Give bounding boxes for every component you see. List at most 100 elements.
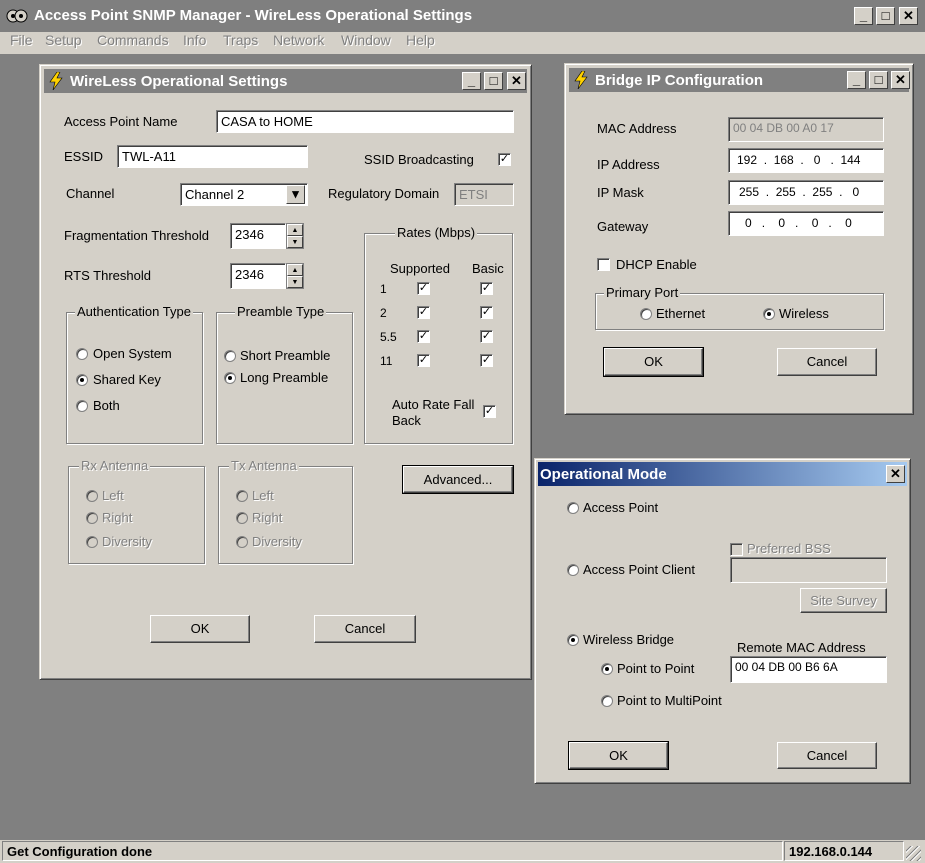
menu-window[interactable]: Window: [341, 32, 391, 48]
point-to-multipoint-label: Point to MultiPoint: [617, 693, 722, 708]
rx-left-label: Left: [102, 488, 124, 503]
up-arrow-icon[interactable]: ▲: [287, 264, 303, 276]
remote-mac-input[interactable]: 00 04 DB 00 B6 6A: [730, 656, 887, 683]
menu-info[interactable]: Info: [183, 32, 206, 48]
tx-right-radio[interactable]: [236, 512, 248, 524]
rate-label: 1: [380, 282, 387, 296]
window-title: WireLess Operational Settings: [70, 73, 288, 90]
rate-label: 11: [380, 354, 393, 368]
remote-mac-label: Remote MAC Address: [737, 640, 866, 655]
tx-antenna-title: Tx Antenna: [229, 458, 299, 473]
down-arrow-icon[interactable]: ▼: [287, 276, 303, 288]
close-button[interactable]: ✕: [891, 71, 910, 89]
frag-stepper[interactable]: ▲ ▼: [286, 223, 304, 249]
close-button[interactable]: ✕: [507, 72, 526, 90]
cancel-button[interactable]: Cancel: [777, 348, 877, 376]
rate-11-supported-checkbox[interactable]: ✓: [417, 354, 430, 367]
cancel-button[interactable]: Cancel: [777, 742, 877, 769]
advanced-button[interactable]: Advanced...: [402, 465, 514, 494]
maximize-button[interactable]: □: [484, 72, 503, 90]
minimize-button[interactable]: _: [462, 72, 481, 90]
access-point-radio[interactable]: [567, 502, 579, 514]
tx-diversity-radio[interactable]: [236, 536, 248, 548]
rx-diversity-radio[interactable]: [86, 536, 98, 548]
chevron-down-icon[interactable]: ▾: [286, 185, 305, 204]
rates-group: Rates (Mbps) Supported Basic 1 ✓ ✓ 2 ✓ ✓…: [364, 225, 513, 444]
window-title: Bridge IP Configuration: [595, 72, 764, 89]
tx-diversity-label: Diversity: [252, 534, 302, 549]
gateway-input[interactable]: 0 . 0 . 0 . 0: [728, 211, 884, 236]
rx-right-radio[interactable]: [86, 512, 98, 524]
frag-label: Fragmentation Threshold: [64, 228, 210, 243]
minimize-button[interactable]: _: [847, 71, 866, 89]
ip-mask-input[interactable]: 255 . 255 . 255 . 0: [728, 180, 884, 205]
auth-open-radio[interactable]: [76, 348, 88, 360]
preferred-bss-checkbox[interactable]: [730, 543, 743, 556]
frag-input[interactable]: 2346: [230, 223, 286, 249]
up-arrow-icon[interactable]: ▲: [287, 224, 303, 236]
close-button[interactable]: ✕: [886, 465, 905, 483]
point-to-point-radio[interactable]: [601, 663, 613, 675]
ap-client-radio[interactable]: [567, 564, 579, 576]
operational-mode-dialog: Operational Mode ✕ Access Point Preferre…: [534, 458, 911, 784]
lightning-icon: [49, 72, 63, 90]
bridge-ip-window: Bridge IP Configuration _ □ ✕ MAC Addres…: [564, 63, 914, 415]
wireless-settings-window: WireLess Operational Settings _ □ ✕ Acce…: [39, 64, 532, 680]
auth-both-radio[interactable]: [76, 400, 88, 412]
ip-address-input[interactable]: 192 . 168 . 0 . 144: [728, 148, 884, 173]
rate-2-basic-checkbox[interactable]: ✓: [480, 306, 493, 319]
essid-label: ESSID: [64, 149, 104, 164]
preferred-bss-label: Preferred BSS: [747, 541, 831, 556]
menu-traps[interactable]: Traps: [223, 32, 258, 48]
dialog-title: Operational Mode: [540, 466, 667, 483]
rate-5-5-supported-checkbox[interactable]: ✓: [417, 330, 430, 343]
ok-button[interactable]: OK: [568, 741, 669, 770]
app-close-button[interactable]: ✕: [899, 7, 918, 25]
menu-setup[interactable]: Setup: [45, 32, 82, 48]
auth-shared-radio[interactable]: [76, 374, 88, 386]
ap-name-label: Access Point Name: [64, 114, 178, 129]
app-maximize-button[interactable]: □: [876, 7, 895, 25]
primary-port-group: Primary Port Ethernet Wireless: [595, 285, 884, 330]
rate-2-supported-checkbox[interactable]: ✓: [417, 306, 430, 319]
rx-left-radio[interactable]: [86, 490, 98, 502]
rates-title: Rates (Mbps): [395, 225, 478, 240]
ssid-broadcast-checkbox[interactable]: ✓: [498, 153, 511, 166]
dhcp-checkbox[interactable]: [597, 258, 610, 271]
dhcp-label: DHCP Enable: [616, 257, 697, 272]
wireless-bridge-radio[interactable]: [567, 634, 579, 646]
status-ip: 192.168.0.144: [784, 841, 904, 861]
menu-network[interactable]: Network: [273, 32, 324, 48]
menu-help[interactable]: Help: [406, 32, 435, 48]
rate-11-basic-checkbox[interactable]: ✓: [480, 354, 493, 367]
rate-5-5-basic-checkbox[interactable]: ✓: [480, 330, 493, 343]
wireless-radio[interactable]: [763, 308, 775, 320]
app-minimize-button[interactable]: _: [854, 7, 873, 25]
auto-rate-label-2: Back: [392, 413, 421, 428]
preamble-short-radio[interactable]: [224, 350, 236, 362]
supported-label: Supported: [390, 261, 450, 276]
maximize-button[interactable]: □: [869, 71, 888, 89]
down-arrow-icon[interactable]: ▼: [287, 236, 303, 248]
point-to-multipoint-radio[interactable]: [601, 695, 613, 707]
rts-label: RTS Threshold: [64, 268, 151, 283]
rate-1-supported-checkbox[interactable]: ✓: [417, 282, 430, 295]
ap-name-input[interactable]: CASA to HOME: [216, 110, 514, 133]
app-title: Access Point SNMP Manager - WireLess Ope…: [34, 7, 473, 24]
tx-left-radio[interactable]: [236, 490, 248, 502]
menu-commands[interactable]: Commands: [97, 32, 169, 48]
ethernet-radio[interactable]: [640, 308, 652, 320]
ok-button[interactable]: OK: [603, 347, 704, 377]
ok-button[interactable]: OK: [150, 615, 250, 643]
site-survey-button[interactable]: Site Survey: [800, 588, 887, 613]
basic-label: Basic: [472, 261, 504, 276]
rts-input[interactable]: 2346: [230, 263, 286, 289]
menu-file[interactable]: File: [10, 32, 33, 48]
auto-rate-checkbox[interactable]: ✓: [483, 405, 496, 418]
rate-1-basic-checkbox[interactable]: ✓: [480, 282, 493, 295]
essid-input[interactable]: TWL-A11: [117, 145, 308, 168]
rts-stepper[interactable]: ▲ ▼: [286, 263, 304, 289]
resize-grip-icon[interactable]: [906, 846, 921, 861]
cancel-button[interactable]: Cancel: [314, 615, 416, 643]
preamble-long-radio[interactable]: [224, 372, 236, 384]
